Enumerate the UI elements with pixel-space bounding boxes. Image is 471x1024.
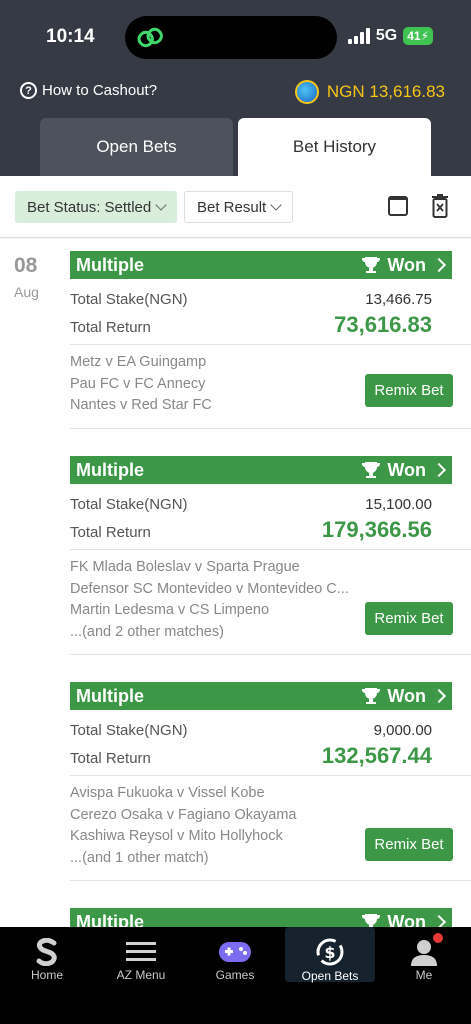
stake-value: 15,100.00 — [365, 496, 432, 513]
bet-card[interactable]: Multiple Won Total Stake(NGN) 9,000.00 To… — [70, 682, 471, 881]
open-bets-icon: $ — [313, 935, 347, 969]
question-icon: ? — [20, 82, 37, 99]
nav-label: Me — [415, 968, 433, 982]
match-list: FK Mlada Boleslav v Sparta Prague Defens… — [70, 550, 471, 654]
remix-bet-button[interactable]: Remix Bet — [365, 828, 453, 861]
return-value: 179,366.56 — [321, 517, 432, 542]
bet-header[interactable]: Multiple Won — [70, 456, 452, 484]
delete-icon[interactable] — [431, 194, 449, 218]
match-list: Metz v EA Guingamp Pau FC v FC Annecy Na… — [70, 345, 471, 428]
bet-status-filter[interactable]: Bet Status: Settled — [15, 191, 178, 223]
stake-value: 9,000.00 — [373, 722, 432, 739]
remix-bet-button[interactable]: Remix Bet — [365, 374, 453, 407]
nav-label: Games — [215, 968, 255, 982]
notification-badge — [433, 933, 443, 943]
bet-result-label: Bet Result — [197, 198, 267, 216]
bet-type: Multiple — [76, 254, 144, 275]
remix-bet-button[interactable]: Remix Bet — [365, 602, 453, 635]
bet-header[interactable]: Multiple Won — [70, 908, 452, 927]
how-to-cashout-link[interactable]: ? How to Cashout? — [20, 82, 157, 99]
nav-open-bets[interactable]: $ Open Bets — [285, 927, 375, 983]
chevron-right-icon — [431, 688, 447, 704]
bet-header[interactable]: Multiple Won — [70, 251, 452, 279]
nav-az-menu[interactable]: AZ Menu — [96, 927, 186, 982]
status-indicators: 5G 41⚡ — [347, 27, 433, 45]
gamepad-icon — [218, 935, 252, 968]
bet-card[interactable]: Multiple Won Total Stake(NGN) 15,100.00 T… — [70, 456, 471, 655]
nav-label: Open Bets — [301, 969, 359, 983]
bet-result-badge: Won — [361, 459, 447, 481]
match-item: Cerezo Osaka v Fagiano Okayama — [70, 806, 297, 823]
chevron-down-icon — [155, 199, 167, 211]
stake-label: Total Stake(NGN) — [70, 496, 188, 513]
divider — [70, 428, 471, 429]
match-item: FK Mlada Boleslav v Sparta Prague — [70, 559, 300, 575]
bet-card[interactable]: Multiple Won Total Stake(NGN) 13,466.75 T… — [70, 251, 471, 429]
stake-label: Total Stake(NGN) — [70, 291, 188, 308]
trophy-icon — [362, 914, 381, 927]
trophy-icon — [362, 688, 381, 704]
bottom-nav: Home AZ Menu Games $ Open Bets Me — [0, 927, 471, 1024]
svg-text:$: $ — [324, 943, 335, 962]
chevron-right-icon — [431, 462, 447, 478]
dynamic-island — [125, 16, 337, 59]
divider — [70, 880, 471, 881]
globe-icon — [294, 80, 319, 104]
network-type: 5G — [375, 27, 398, 44]
bet-result-badge: Won — [361, 685, 447, 707]
app-header: 10:14 5G 41⚡ ? How to Cashout? NGN 13,61… — [0, 0, 471, 176]
return-label: Total Return — [70, 319, 151, 336]
trophy-icon — [362, 462, 381, 478]
return-value: 73,616.83 — [334, 312, 432, 337]
bet-result-text: Won — [387, 459, 426, 480]
bet-history-list[interactable]: 08 Aug Multiple Won Total Stake(NGN) 13,4… — [0, 239, 471, 927]
date-day: 08 — [14, 254, 38, 277]
stake-value: 13,466.75 — [365, 291, 432, 308]
bet-card[interactable]: Multiple Won — [70, 908, 471, 927]
account-balance[interactable]: NGN 13,616.83 — [294, 80, 445, 104]
battery-icon: 41⚡ — [403, 27, 433, 45]
bet-type: Multiple — [76, 685, 144, 706]
menu-icon — [126, 935, 156, 968]
sporty-logo-icon — [35, 935, 59, 968]
bet-result-badge: Won — [361, 911, 447, 928]
bet-result-text: Won — [387, 911, 426, 928]
how-to-cashout-label: How to Cashout? — [42, 82, 158, 99]
user-icon — [409, 933, 443, 968]
chevron-right-icon — [431, 257, 447, 273]
bet-type: Multiple — [76, 911, 144, 928]
divider — [70, 654, 471, 655]
nav-me[interactable]: Me — [379, 927, 469, 982]
app-link-icon — [137, 27, 163, 48]
balance-amount: NGN 13,616.83 — [326, 82, 445, 101]
bet-result-text: Won — [387, 254, 426, 275]
bet-header[interactable]: Multiple Won — [70, 682, 452, 710]
return-value: 132,567.44 — [321, 743, 432, 768]
date-month: Aug — [14, 284, 39, 300]
stake-label: Total Stake(NGN) — [70, 722, 188, 739]
return-label: Total Return — [70, 750, 151, 767]
match-item: Defensor SC Montevideo v Montevideo C... — [70, 580, 349, 597]
bet-status-label: Bet Status: Settled — [27, 198, 152, 216]
tab-open-bets[interactable]: Open Bets — [40, 118, 233, 176]
match-item: Avispa Fukuoka v Vissel Kobe — [70, 785, 265, 801]
chevron-down-icon — [270, 199, 282, 211]
chevron-right-icon — [431, 914, 447, 927]
nav-games[interactable]: Games — [190, 927, 280, 982]
nav-home[interactable]: Home — [2, 927, 92, 982]
status-time: 10:14 — [46, 26, 95, 47]
bet-result-filter[interactable]: Bet Result — [184, 191, 294, 223]
tab-bet-history[interactable]: Bet History — [238, 118, 431, 176]
nav-label: AZ Menu — [116, 968, 166, 982]
bet-result-badge: Won — [361, 254, 447, 276]
match-item: Metz v EA Guingamp — [70, 354, 207, 370]
signal-icon — [347, 28, 370, 44]
trophy-icon — [362, 257, 381, 273]
return-label: Total Return — [70, 524, 151, 541]
match-list: Avispa Fukuoka v Vissel Kobe Cerezo Osak… — [70, 776, 471, 880]
nav-label: Home — [30, 968, 63, 982]
calendar-icon[interactable] — [388, 196, 408, 216]
bet-result-text: Won — [387, 685, 426, 706]
bet-type: Multiple — [76, 459, 144, 480]
